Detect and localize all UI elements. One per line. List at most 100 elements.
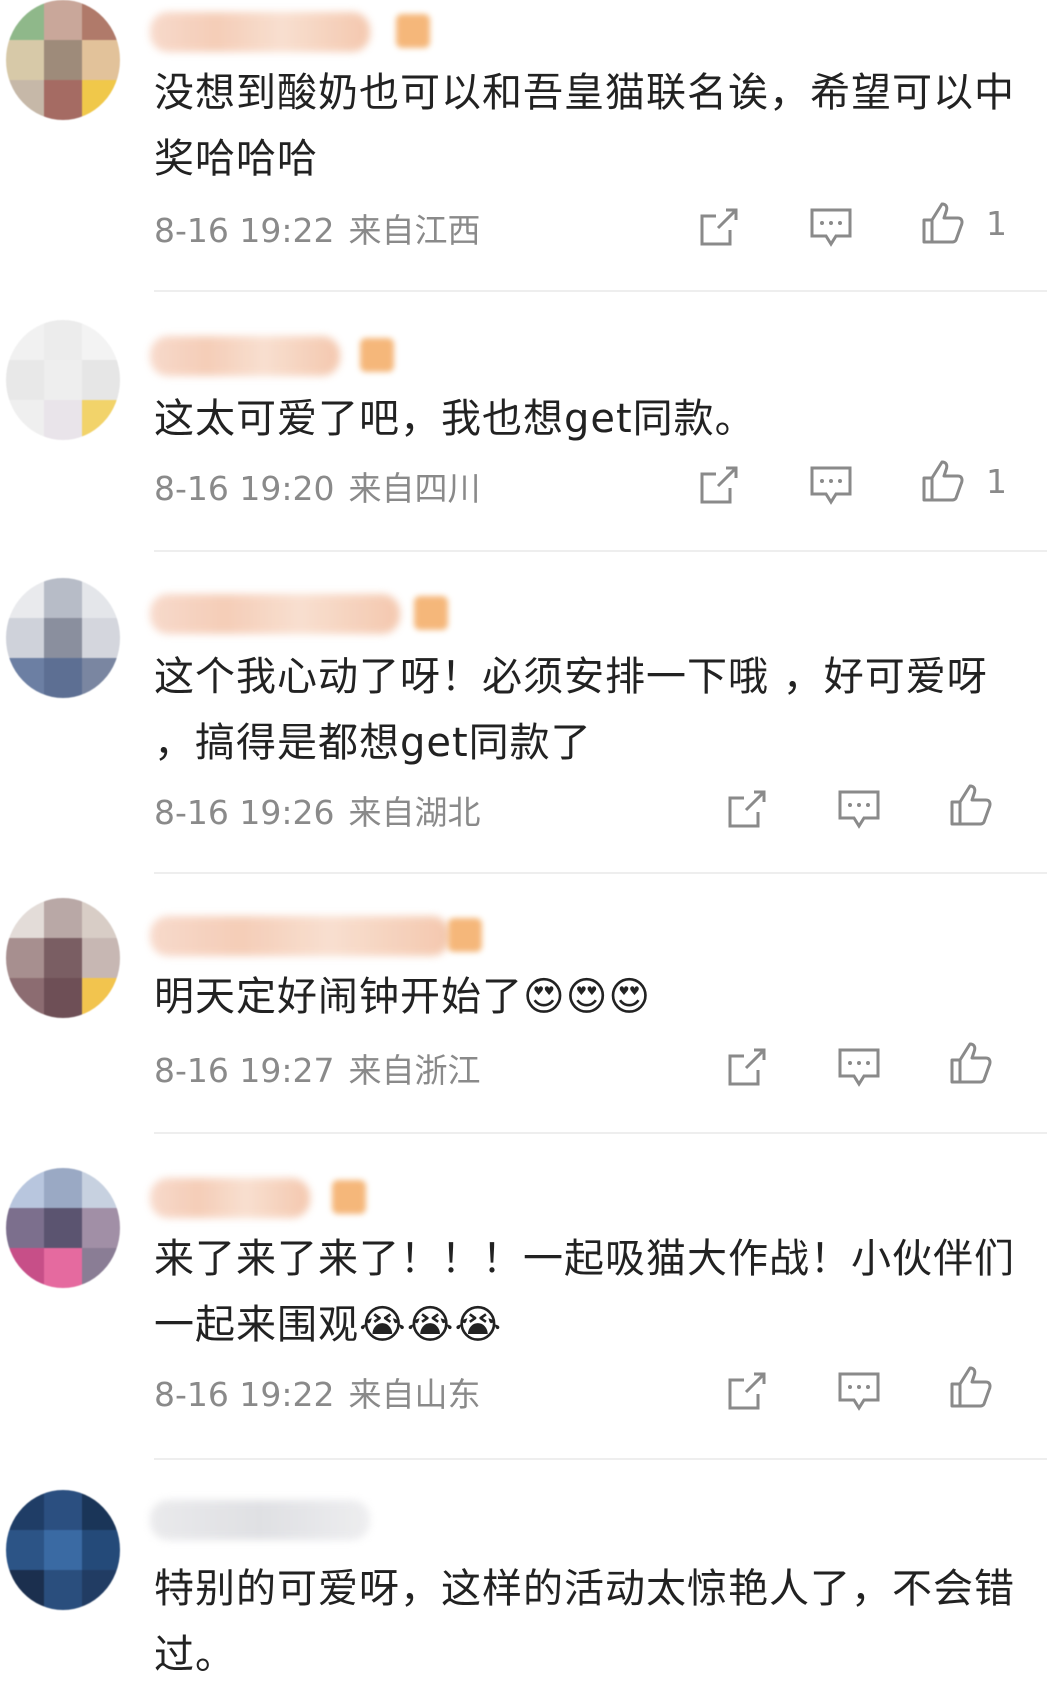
- user-badge-icon: [360, 338, 394, 372]
- comment-text: 这太可爱了吧，我也想get同款。: [154, 396, 756, 442]
- avatar-pixel: [82, 1168, 120, 1208]
- avatar-pixel: [44, 618, 82, 658]
- avatar-pixel: [44, 1570, 82, 1610]
- comment-location: 来自湖北: [348, 793, 481, 832]
- share-icon[interactable]: [724, 1368, 770, 1414]
- comment-icon[interactable]: [836, 1368, 882, 1414]
- comment-date: 8-16 19:22: [154, 211, 335, 250]
- share-icon[interactable]: [696, 462, 742, 508]
- avatar[interactable]: [6, 0, 120, 120]
- like-count: 1: [986, 204, 1007, 243]
- avatar[interactable]: [6, 898, 120, 1018]
- like-icon[interactable]: [948, 1040, 994, 1086]
- avatar-pixel: [82, 1570, 120, 1610]
- avatar-pixel: [6, 80, 44, 120]
- avatar-pixel: [44, 0, 82, 40]
- like-icon[interactable]: [948, 782, 994, 828]
- divider: [154, 1132, 1047, 1134]
- avatar-pixel: [44, 1530, 82, 1570]
- avatar-pixel: [6, 0, 44, 40]
- like-count: 1: [986, 462, 1007, 501]
- avatar-pixel: [82, 578, 120, 618]
- comment-icon[interactable]: [836, 786, 882, 832]
- comment-location: 来自山东: [348, 1375, 481, 1414]
- avatar-pixel: [6, 400, 44, 440]
- avatar-pixel: [6, 1208, 44, 1248]
- avatar-pixel: [82, 40, 120, 80]
- avatar-pixel: [6, 1248, 44, 1288]
- avatar-pixel: [44, 658, 82, 698]
- username-blurred[interactable]: [150, 1178, 310, 1218]
- avatar-pixel: [82, 0, 120, 40]
- comment-icon[interactable]: [808, 204, 854, 250]
- share-icon[interactable]: [696, 204, 742, 250]
- avatar[interactable]: [6, 1490, 120, 1610]
- comment-meta: 8-16 19:22 来自山东: [154, 1368, 481, 1416]
- avatar-pixel: [6, 658, 44, 698]
- avatar-pixel: [82, 978, 120, 1018]
- username-blurred[interactable]: [150, 1500, 370, 1540]
- user-badge-icon: [448, 918, 482, 952]
- comment-text: 这个我心动了呀！必须安排一下哦 ，好可爱呀 ，搞得是都想get同款了: [154, 654, 988, 766]
- avatar-pixel: [82, 1490, 120, 1530]
- avatar-pixel: [6, 618, 44, 658]
- avatar-pixel: [6, 40, 44, 80]
- avatar-pixel: [6, 320, 44, 360]
- username-blurred[interactable]: [150, 594, 400, 634]
- avatar-pixel: [6, 898, 44, 938]
- avatar-pixel: [6, 938, 44, 978]
- like-icon[interactable]: [920, 458, 966, 504]
- avatar[interactable]: [6, 320, 120, 440]
- avatar-pixel: [44, 80, 82, 120]
- avatar-pixel: [6, 978, 44, 1018]
- avatar-pixel: [82, 618, 120, 658]
- comment-date: 8-16 19:27: [154, 1051, 335, 1090]
- comment-date: 8-16 19:26: [154, 793, 335, 832]
- share-icon[interactable]: [724, 786, 770, 832]
- like-icon[interactable]: [920, 200, 966, 246]
- divider: [154, 872, 1047, 874]
- comment-meta: 8-16 19:22 来自江西: [154, 204, 481, 252]
- avatar-pixel: [44, 978, 82, 1018]
- comment-icon[interactable]: [836, 1044, 882, 1090]
- share-icon[interactable]: [724, 1044, 770, 1090]
- comment-text: 没想到酸奶也可以和吾皇猫联名诶，希望可以中奖哈哈哈: [154, 70, 1015, 182]
- avatar-pixel: [6, 1570, 44, 1610]
- user-badge-icon: [414, 596, 448, 630]
- avatar-pixel: [82, 400, 120, 440]
- comment-meta: 8-16 19:20 来自四川: [154, 462, 481, 510]
- avatar-pixel: [82, 658, 120, 698]
- avatar-pixel: [44, 320, 82, 360]
- comment-date: 8-16 19:22: [154, 1375, 335, 1414]
- like-icon[interactable]: [948, 1364, 994, 1410]
- comment-location: 来自江西: [348, 211, 481, 250]
- avatar-pixel: [44, 938, 82, 978]
- avatar-pixel: [44, 898, 82, 938]
- avatar-pixel: [44, 1490, 82, 1530]
- avatar[interactable]: [6, 1168, 120, 1288]
- username-blurred[interactable]: [150, 916, 450, 956]
- comment-location: 来自四川: [348, 469, 481, 508]
- avatar-pixel: [44, 1168, 82, 1208]
- username-blurred[interactable]: [150, 336, 340, 376]
- avatar-pixel: [82, 320, 120, 360]
- avatar-pixel: [6, 1530, 44, 1570]
- avatar-pixel: [44, 40, 82, 80]
- comment-meta: 8-16 19:27 来自浙江: [154, 1044, 481, 1092]
- avatar-pixel: [82, 360, 120, 400]
- username-blurred[interactable]: [150, 12, 370, 52]
- comment-icon[interactable]: [808, 462, 854, 508]
- avatar-pixel: [6, 578, 44, 618]
- avatar-pixel: [44, 578, 82, 618]
- avatar[interactable]: [6, 578, 120, 698]
- avatar-pixel: [82, 898, 120, 938]
- comment-date: 8-16 19:20: [154, 469, 335, 508]
- avatar-pixel: [6, 360, 44, 400]
- user-badge-icon: [332, 1180, 366, 1214]
- avatar-pixel: [82, 938, 120, 978]
- divider: [154, 290, 1047, 292]
- user-badge-icon: [396, 14, 430, 48]
- avatar-pixel: [82, 1208, 120, 1248]
- comment-location: 来自浙江: [348, 1051, 481, 1090]
- avatar-pixel: [6, 1168, 44, 1208]
